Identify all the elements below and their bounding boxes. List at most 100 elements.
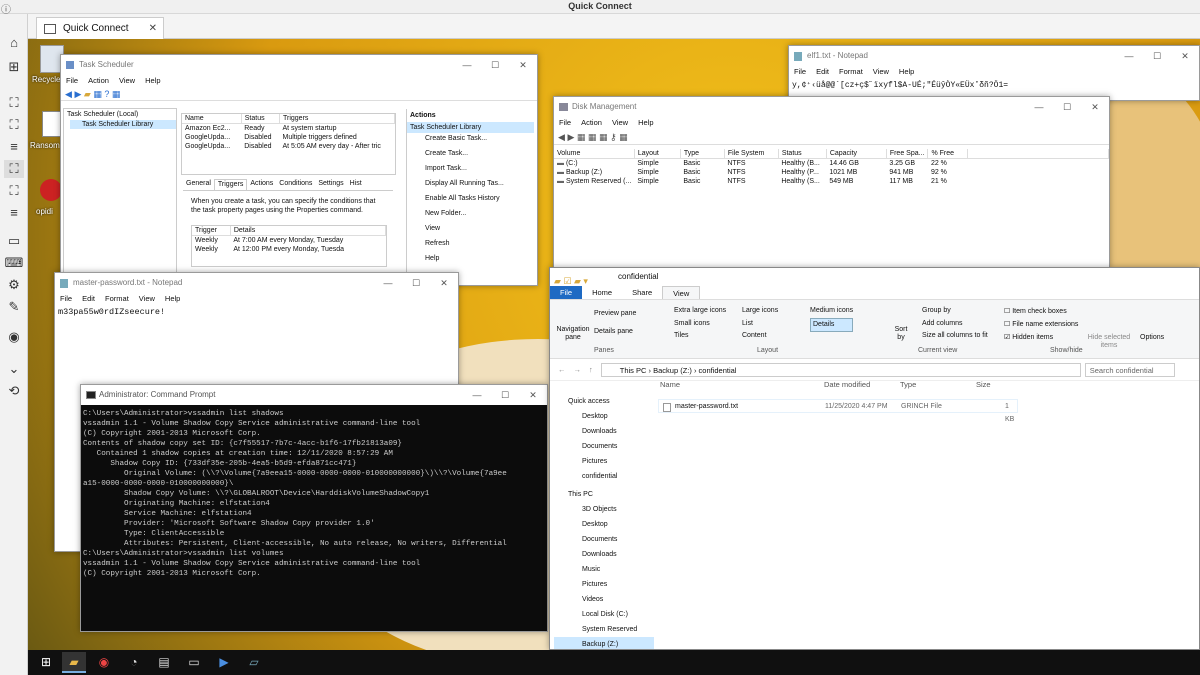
notepad-elf1-window[interactable]: elf1.txt - Notepad — ☐ ✕ File Edit Format Vie… xyxy=(788,45,1200,101)
table-row[interactable]: Amazon Ec2... Ready At system startup xyxy=(182,124,395,134)
minimize-button[interactable]: — xyxy=(374,273,402,293)
nav-3d-objects[interactable]: 3D Objects xyxy=(554,502,654,517)
start-icon[interactable]: ⊞ xyxy=(34,652,58,673)
col-status[interactable]: Status xyxy=(778,149,827,159)
col-volume[interactable]: Volume xyxy=(554,149,635,159)
nav-system-reserved[interactable]: System Reserved xyxy=(554,622,654,637)
col-size[interactable]: Size xyxy=(976,380,991,389)
minimize-button[interactable]: — xyxy=(453,55,481,75)
tab-quick-connect[interactable]: Quick Connect ✕ xyxy=(36,17,164,39)
key-icon[interactable]: ⚷ xyxy=(610,132,617,142)
menu-file[interactable]: File xyxy=(794,67,806,76)
file-explorer-window[interactable]: ▰ ☑ ▰ ▾ confidential File Home Share Vie… xyxy=(549,267,1200,650)
menu-action[interactable]: Action xyxy=(88,76,109,85)
notepad-text[interactable]: m33pa55w0rdIZseecure! xyxy=(55,305,458,319)
ransom-file-icon[interactable] xyxy=(42,111,62,137)
nav-desktop[interactable]: Desktop xyxy=(554,409,654,424)
breadcrumb-confidential[interactable]: confidential xyxy=(699,366,737,375)
layout-list[interactable]: List xyxy=(742,318,778,331)
tab-general[interactable]: General xyxy=(183,179,214,190)
action-new-folder[interactable]: New Folder... xyxy=(407,208,534,223)
tab-home[interactable]: Home xyxy=(582,286,622,299)
col-capacity[interactable]: Capacity xyxy=(826,149,887,159)
minimize-button[interactable]: — xyxy=(463,385,491,405)
help-icon[interactable]: ? xyxy=(104,89,109,99)
action-create-basic[interactable]: Create Basic Task... xyxy=(407,133,534,148)
nav-documents[interactable]: Documents xyxy=(554,439,654,454)
action-view[interactable]: View xyxy=(407,223,534,238)
disconnect-icon[interactable]: ⟲ xyxy=(4,382,24,400)
sort-by-button[interactable]: Sort by xyxy=(890,326,912,342)
nav-downloads[interactable]: Downloads xyxy=(554,424,654,439)
notepad-text[interactable]: y,¢⁺‹üå@@`[cz+ç$˝ïxyfl$A-UÉ;"ÉüŷÒY«EÜx˚δ… xyxy=(789,78,1199,92)
nav-pictures[interactable]: Pictures xyxy=(554,454,654,469)
search-input[interactable]: Search confidential xyxy=(1084,362,1175,377)
back-icon[interactable]: ← xyxy=(558,365,566,374)
tree-library[interactable]: Task Scheduler Library xyxy=(70,120,176,129)
menu-view[interactable]: View xyxy=(139,294,155,303)
help-icon[interactable]: ▦ xyxy=(588,132,597,142)
col-percent-free[interactable]: % Free xyxy=(927,149,969,159)
details-pane-button[interactable]: Details pane xyxy=(594,328,633,335)
menu-help[interactable]: Help xyxy=(165,294,180,303)
menu-view[interactable]: View xyxy=(119,76,135,85)
size-columns-button[interactable]: Size all columns to fit xyxy=(922,330,988,343)
menu-file[interactable]: File xyxy=(60,294,72,303)
powershell-taskbar-icon[interactable]: ▶ xyxy=(212,652,236,673)
server-taskbar-icon[interactable]: ▤ xyxy=(152,652,176,673)
col-name[interactable]: Name xyxy=(182,114,242,124)
window-icon[interactable]: ▭ xyxy=(4,232,24,250)
tab-history[interactable]: Hist xyxy=(347,179,365,190)
nav-confidential[interactable]: confidential xyxy=(554,469,654,484)
col-name[interactable]: Name xyxy=(660,380,680,389)
tab-triggers[interactable]: Triggers xyxy=(213,179,248,190)
layout-details[interactable]: Details xyxy=(810,317,854,332)
action-enable-history[interactable]: Enable All Tasks History xyxy=(407,193,534,208)
tab-settings[interactable]: Settings xyxy=(315,179,346,190)
layout-tiles[interactable]: Tiles xyxy=(674,330,726,343)
nav-videos[interactable]: Videos xyxy=(554,592,654,607)
camera-icon[interactable]: ◉ xyxy=(4,328,24,346)
menu-view[interactable]: View xyxy=(612,118,628,127)
col-triggers[interactable]: Triggers xyxy=(279,114,396,124)
up-icon[interactable]: ↑ xyxy=(589,365,593,374)
expand-icon[interactable]: ⛶ xyxy=(4,182,24,200)
close-button[interactable]: ✕ xyxy=(1081,97,1109,117)
col-layout[interactable]: Layout xyxy=(634,149,681,159)
action-help[interactable]: Help xyxy=(407,253,534,268)
minimize-button[interactable]: — xyxy=(1025,97,1053,117)
view-icon[interactable]: ▦ xyxy=(577,132,586,142)
home-icon[interactable]: ⌂ xyxy=(4,34,24,52)
command-prompt-window[interactable]: Administrator: Command Prompt — ☐ ✕ C:\Use… xyxy=(80,384,548,632)
col-trigger[interactable]: Trigger xyxy=(192,226,231,236)
panel-icon[interactable]: ▦ xyxy=(112,89,121,99)
menu-icon[interactable]: ≡ xyxy=(4,138,24,156)
close-button[interactable]: ✕ xyxy=(509,55,537,75)
cmd-taskbar-icon[interactable]: ▭ xyxy=(182,652,206,673)
action-refresh[interactable]: Refresh xyxy=(407,238,534,253)
menu-help[interactable]: Help xyxy=(899,67,914,76)
notepad-taskbar-icon[interactable]: ▱ xyxy=(242,652,266,673)
menu-format[interactable]: Format xyxy=(105,294,129,303)
layout-large[interactable]: Large icons xyxy=(742,305,778,318)
menu-action[interactable]: Action xyxy=(581,118,602,127)
tab-actions[interactable]: Actions xyxy=(247,179,276,190)
menu-help[interactable]: Help xyxy=(638,118,653,127)
keyboard-icon[interactable]: ⌨ xyxy=(4,254,24,272)
nav-quick-access[interactable]: Quick access xyxy=(554,394,654,409)
folder-icon[interactable]: ▰ xyxy=(84,89,91,99)
menu-edit[interactable]: Edit xyxy=(816,67,829,76)
table-row[interactable]: ▬ Backup (Z:) Simple Basic NTFS Healthy (P..… xyxy=(554,168,1109,177)
hidden-items-toggle[interactable]: ☑ Hidden items xyxy=(1004,331,1078,344)
layout-extra-large[interactable]: Extra large icons xyxy=(674,305,726,318)
nav-downloads-2[interactable]: Downloads xyxy=(554,547,654,562)
tab-conditions[interactable]: Conditions xyxy=(276,179,315,190)
chevron-down-icon[interactable]: ⌄ xyxy=(4,360,24,378)
nav-local-disk[interactable]: Local Disk (C:) xyxy=(554,607,654,622)
address-bar[interactable]: This PC › Backup (Z:) › confidential xyxy=(600,362,1081,377)
col-details[interactable]: Details xyxy=(230,226,387,236)
fit-screen-icon[interactable]: ⛶ xyxy=(4,94,24,112)
menu-format[interactable]: Format xyxy=(839,67,863,76)
list-icon[interactable]: ≡ xyxy=(4,204,24,222)
group-by-button[interactable]: Group by xyxy=(922,305,988,318)
